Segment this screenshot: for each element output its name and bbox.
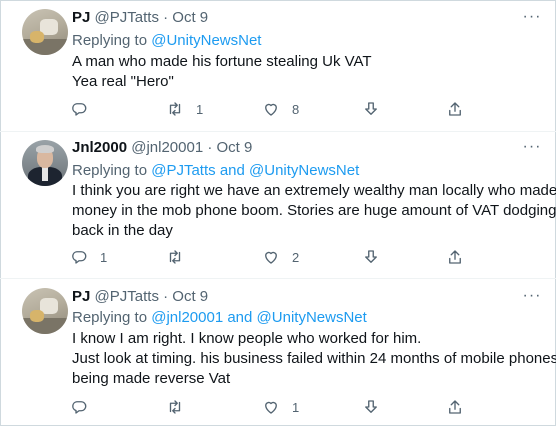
tweet-header: PJ @PJTatts · Oct 9	[72, 8, 208, 28]
and-word: and	[227, 309, 253, 326]
retweet-icon	[169, 102, 181, 116]
avatar[interactable]	[22, 288, 68, 334]
mention-link[interactable]: @UnityNewsNet	[249, 162, 359, 179]
separator-dot: ·	[163, 9, 169, 26]
tweet-text-line: back in the day	[72, 222, 173, 239]
retweet-icon	[169, 250, 181, 264]
separator-dot: ·	[163, 288, 169, 305]
mention-link[interactable]: @UnityNewsNet	[151, 32, 261, 49]
like-icon	[265, 251, 277, 264]
mention-link[interactable]: @UnityNewsNet	[257, 309, 367, 326]
retweet-button[interactable]	[166, 246, 196, 268]
mention-link[interactable]: @jnl20001	[151, 309, 223, 326]
display-name[interactable]: PJ	[72, 9, 90, 26]
upload-icon	[449, 102, 461, 116]
tweet[interactable]: PJ @PJTatts · Oct 9 ··· Replying to @Uni…	[0, 0, 556, 130]
reply-button[interactable]	[70, 98, 100, 120]
tweet-header: Jnl2000 @jnl20001 · Oct 9	[72, 138, 252, 158]
replying-to: Replying to @PJTatts and @UnityNewsNet	[72, 161, 359, 181]
tweet[interactable]: Jnl2000 @jnl20001 · Oct 9 ··· Replying t…	[0, 132, 556, 278]
like-count: 1	[292, 399, 300, 415]
like-button[interactable]: 2	[262, 246, 299, 268]
user-handle[interactable]: @jnl20001	[131, 139, 203, 156]
share-button[interactable]	[446, 246, 464, 268]
and-word: and	[219, 162, 245, 179]
tweet-date[interactable]: Oct 9	[172, 9, 208, 26]
more-icon[interactable]: ···	[522, 288, 542, 309]
tweet-date[interactable]: Oct 9	[172, 288, 208, 305]
replying-prefix: Replying to	[72, 162, 148, 179]
retweet-count: 1	[196, 101, 204, 117]
tweet-text: A man who made his fortune stealing Uk V…	[72, 52, 542, 92]
retweet-button[interactable]: 1	[166, 98, 203, 120]
share-button[interactable]	[446, 396, 464, 418]
reply-icon	[72, 103, 87, 116]
tweet-text: I know I am right. I know people who wor…	[72, 329, 556, 389]
like-button[interactable]: 1	[262, 396, 299, 418]
reply-icon	[72, 251, 87, 264]
like-count: 2	[292, 249, 300, 265]
reply-button[interactable]: 1	[70, 246, 107, 268]
tweet-text-line: being made reverse Vat	[72, 370, 231, 387]
tweet-text-line: Yea real "Hero"	[72, 73, 174, 90]
action-bar: 1 8	[66, 98, 466, 120]
more-icon[interactable]: ···	[522, 139, 542, 160]
tweet[interactable]: PJ @PJTatts · Oct 9 ··· Replying to @jnl…	[0, 279, 556, 425]
like-count: 8	[292, 101, 300, 117]
share-icon	[365, 250, 377, 263]
like-button[interactable]: 8	[262, 98, 299, 120]
tweet-text: I think you are right we have an extreme…	[72, 181, 556, 241]
upload-icon	[449, 250, 461, 264]
replying-prefix: Replying to	[72, 309, 148, 326]
tweet-date[interactable]: Oct 9	[217, 139, 253, 156]
avatar[interactable]	[22, 9, 68, 55]
retweet-icon	[169, 400, 181, 414]
retweet-button[interactable]	[166, 396, 196, 418]
tweet-text-line: Just look at timing. his business failed…	[72, 350, 556, 367]
reply-icon	[72, 401, 87, 414]
reply-button[interactable]	[70, 396, 100, 418]
tweet-text-line: I think you are right we have an extreme…	[72, 182, 556, 199]
action-bar: 1 2	[66, 246, 466, 268]
tweet-text-line: money in the mob phone boom. Stories are…	[72, 202, 556, 219]
tweet-text-line: I know I am right. I know people who wor…	[72, 330, 422, 347]
replying-to: Replying to @jnl20001 and @UnityNewsNet	[72, 308, 367, 328]
display-name[interactable]: PJ	[72, 288, 90, 305]
like-icon	[265, 103, 277, 116]
tweet-header: PJ @PJTatts · Oct 9	[72, 287, 208, 307]
like-icon	[265, 401, 277, 414]
avatar[interactable]	[22, 140, 68, 186]
reply-count: 1	[100, 249, 108, 265]
share-via-button[interactable]	[362, 246, 380, 268]
share-icon	[365, 400, 377, 413]
more-icon[interactable]: ···	[522, 9, 542, 30]
replying-prefix: Replying to	[72, 32, 148, 49]
action-bar: 1	[66, 396, 466, 418]
share-icon	[365, 102, 377, 115]
upload-icon	[449, 400, 461, 414]
user-handle[interactable]: @PJTatts	[95, 9, 159, 26]
share-button[interactable]	[446, 98, 464, 120]
share-via-button[interactable]	[362, 396, 380, 418]
tweet-text-line: A man who made his fortune stealing Uk V…	[72, 53, 372, 70]
user-handle[interactable]: @PJTatts	[95, 288, 159, 305]
share-via-button[interactable]	[362, 98, 380, 120]
display-name[interactable]: Jnl2000	[72, 139, 127, 156]
separator-dot: ·	[207, 139, 213, 156]
mention-link[interactable]: @PJTatts	[151, 162, 215, 179]
replying-to: Replying to @UnityNewsNet	[72, 31, 261, 51]
